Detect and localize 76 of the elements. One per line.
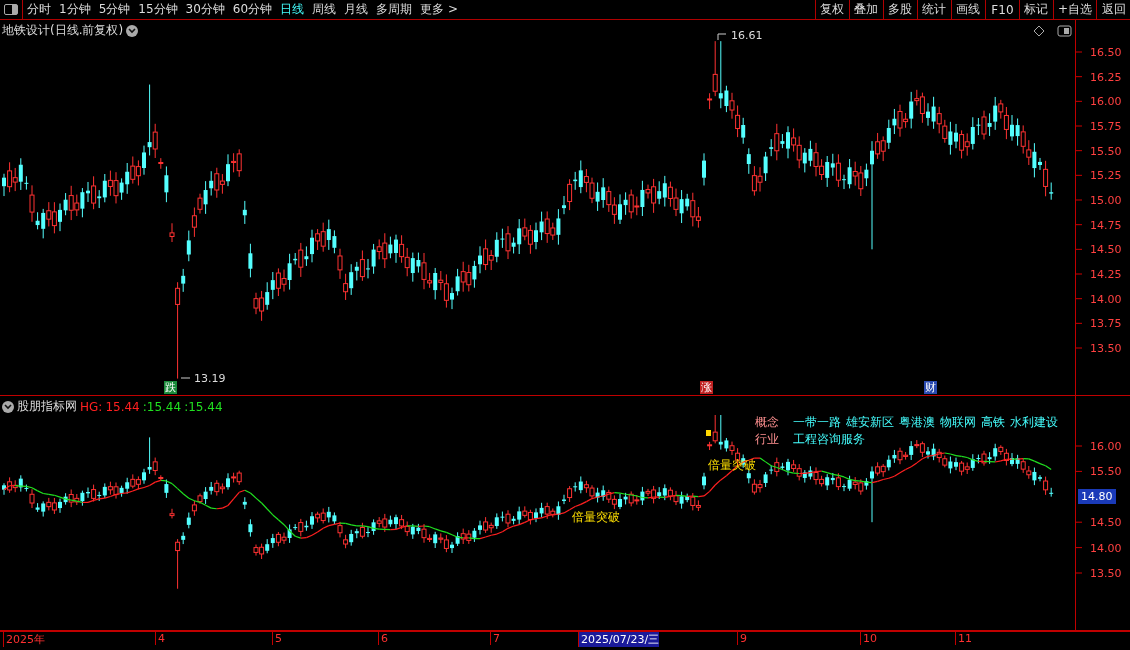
high-price-label: 16.61 xyxy=(731,29,763,42)
event-marker[interactable]: 跌 xyxy=(164,381,177,394)
toolbar-button[interactable]: 画线 xyxy=(950,0,985,19)
period-tab[interactable]: 日线 xyxy=(276,0,309,19)
event-marker[interactable]: 涨 xyxy=(700,381,713,394)
price-tick-label: 13.75 xyxy=(1090,317,1122,331)
indicator-tick-label: 15.50 xyxy=(1090,465,1122,479)
price-tick-label: 14.50 xyxy=(1090,243,1122,257)
time-axis-label: 2025/07/23/三 xyxy=(578,632,660,647)
toolbar-button[interactable]: 返回 xyxy=(1096,0,1130,19)
toolbar-button[interactable]: F10 xyxy=(984,0,1019,19)
time-axis-label: 2025年 xyxy=(3,632,45,647)
price-tick-label: 15.50 xyxy=(1090,144,1122,158)
industry-label: 行业 xyxy=(755,431,779,448)
time-axis-label: 9 xyxy=(737,632,747,645)
concept-tag: 一带一路 xyxy=(793,414,841,431)
price-tick-label: 16.50 xyxy=(1090,46,1122,59)
time-axis-label: 6 xyxy=(378,632,388,645)
concept-tag: 雄安新区 xyxy=(846,414,894,431)
price-tick-label: 14.25 xyxy=(1090,268,1122,281)
indicator-value: 15.44 xyxy=(105,399,140,414)
time-axis-label: 10 xyxy=(860,632,877,645)
price-tick-label: 13.50 xyxy=(1090,342,1122,355)
indicator-tick-label: 13.50 xyxy=(1090,567,1122,580)
period-tab[interactable]: 分时 xyxy=(23,0,55,19)
indicator-tick-label: 14.00 xyxy=(1090,541,1122,555)
price-tick-label: 15.25 xyxy=(1090,169,1122,183)
leader-line xyxy=(717,33,727,41)
period-tab[interactable]: 月线 xyxy=(340,0,373,19)
low-price-label: 13.19 xyxy=(194,372,226,385)
signal-square-icon xyxy=(706,430,711,436)
chevron-down-icon[interactable] xyxy=(126,24,139,37)
toolbar-button[interactable]: 叠加 xyxy=(848,0,883,19)
time-axis-label: 11 xyxy=(955,632,972,645)
price-tick-label: 15.00 xyxy=(1090,194,1122,207)
period-tab[interactable]: 5分钟 xyxy=(94,0,135,19)
concept-tag: 水利建设 xyxy=(1010,414,1058,431)
period-tab[interactable]: 1分钟 xyxy=(55,0,95,19)
price-tick-label: 16.25 xyxy=(1090,70,1122,84)
concept-tag: 粤港澳 xyxy=(899,414,935,431)
price-tick-label: 14.75 xyxy=(1090,218,1122,232)
indicator-title: 股朋指标网 xyxy=(17,398,77,415)
concept-tag: 高铁 xyxy=(981,414,1005,431)
signal-label: 倍量突破 xyxy=(572,509,620,526)
toolbar-button[interactable]: 标记 xyxy=(1018,0,1053,19)
price-tick-label: 16.00 xyxy=(1090,95,1122,109)
toolbar-button[interactable]: 复权 xyxy=(814,0,849,19)
indicator-value: :15.44 xyxy=(142,399,182,414)
period-tab[interactable]: 周线 xyxy=(308,0,341,19)
concept-label: 概念 xyxy=(755,414,779,431)
panel-icon[interactable] xyxy=(1057,25,1072,37)
indicator-tick-label: 16.00 xyxy=(1090,440,1122,453)
chevron-down-icon[interactable] xyxy=(2,400,14,413)
period-tab[interactable]: 15分钟 xyxy=(134,0,182,19)
toolbar-button[interactable]: 统计 xyxy=(916,0,951,19)
current-price-label: 14.80 xyxy=(1078,488,1116,504)
period-tab[interactable]: 30分钟 xyxy=(181,0,229,19)
time-axis-label: 4 xyxy=(155,632,165,645)
time-axis-label: 5 xyxy=(272,632,282,645)
indicator-value: :15.44 xyxy=(184,399,223,414)
chart-title: 地铁设计(日线.前复权) xyxy=(2,22,124,39)
price-tick-label: 14.00 xyxy=(1090,292,1122,306)
toolbar-button[interactable]: 多股 xyxy=(882,0,917,19)
toolbar-button[interactable]: +自选 xyxy=(1052,0,1096,19)
period-tab[interactable]: 60分钟 xyxy=(228,0,277,19)
price-tick-label: 15.75 xyxy=(1090,120,1122,133)
period-tab[interactable]: 更多 > xyxy=(416,0,462,19)
indicator-tick-label: 14.50 xyxy=(1090,516,1122,530)
period-tab[interactable]: 多周期 xyxy=(372,0,417,19)
event-marker[interactable]: 财 xyxy=(924,381,937,394)
diamond-icon[interactable] xyxy=(1033,25,1045,37)
leader-line xyxy=(180,377,191,379)
industry-tag: 工程咨询服务 xyxy=(793,431,1058,448)
time-axis-label: 7 xyxy=(490,632,500,645)
indicator-label: HG: xyxy=(80,399,103,414)
concept-tag: 物联网 xyxy=(940,414,976,431)
